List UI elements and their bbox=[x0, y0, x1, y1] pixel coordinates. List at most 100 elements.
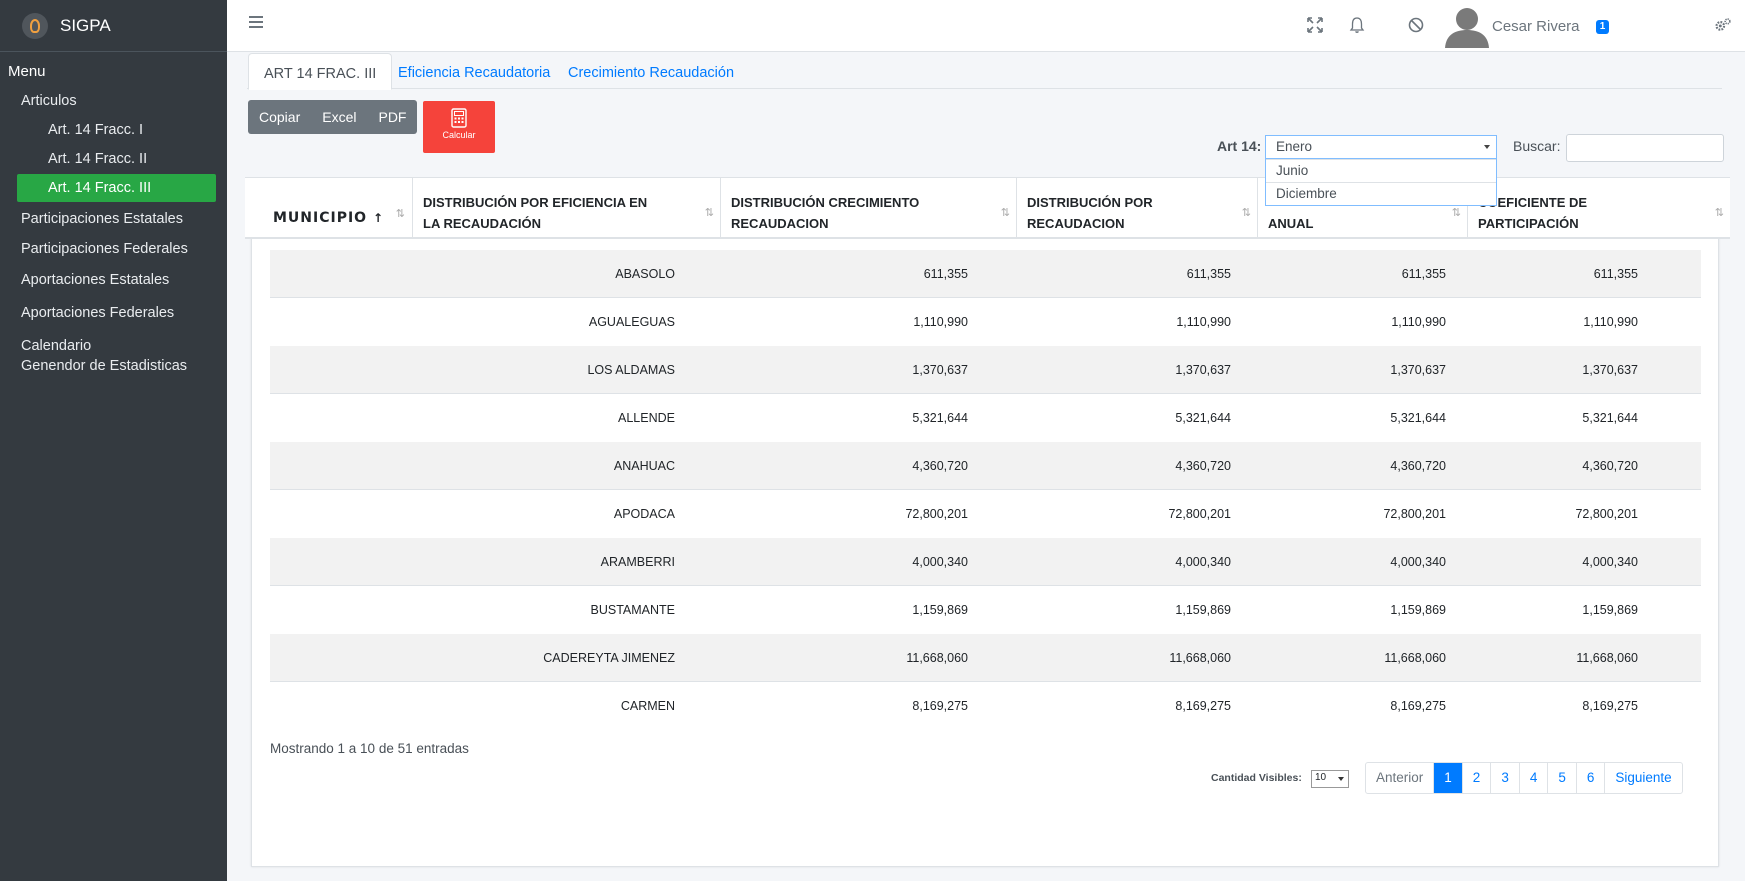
calculate-button[interactable]: Calcular bbox=[423, 101, 495, 153]
cell-crecimiento: 72,800,201 bbox=[1168, 507, 1231, 521]
hamburger-menu-icon[interactable] bbox=[249, 16, 263, 28]
sidebar-item-aportaciones-estatales[interactable]: Aportaciones Estatales bbox=[0, 266, 227, 294]
cell-municipio: ARAMBERRI bbox=[600, 555, 675, 569]
table-row: BUSTAMANTE 1,159,869 1,159,869 1,159,869 1,1… bbox=[270, 586, 1701, 634]
cell-anual: 1,370,637 bbox=[1582, 363, 1638, 377]
cell-eficiencia: 4,000,340 bbox=[912, 555, 968, 569]
table-row: ARAMBERRI 4,000,340 4,000,340 4,000,340 4,00… bbox=[270, 538, 1701, 586]
cell-crecimiento: 1,110,990 bbox=[1176, 315, 1231, 329]
month-option-diciembre[interactable]: Diciembre bbox=[1266, 182, 1496, 205]
cell-crecimiento: 5,321,644 bbox=[1175, 411, 1231, 425]
sort-ascending-icon: ↑ bbox=[372, 211, 385, 225]
fullscreen-icon[interactable] bbox=[1306, 16, 1324, 34]
cell-anual: 1,110,990 bbox=[1583, 315, 1638, 329]
cell-anual: 611,355 bbox=[1593, 267, 1638, 281]
month-select-value: Enero bbox=[1276, 139, 1313, 154]
sidebar-item-aportaciones-federales[interactable]: Aportaciones Federales bbox=[0, 299, 227, 327]
column-header-coeficiente[interactable]: COEFICIENTE DE PARTICIPACIÓN ⇅ bbox=[1467, 178, 1730, 238]
cell-anual: 4,000,340 bbox=[1582, 555, 1638, 569]
pagination-page-6[interactable]: 6 bbox=[1575, 763, 1605, 793]
pagination-page-4[interactable]: 4 bbox=[1518, 763, 1548, 793]
cell-crecimiento: 11,668,060 bbox=[1169, 651, 1231, 665]
cell-eficiencia: 611,355 bbox=[923, 267, 968, 281]
cell-anual: 5,321,644 bbox=[1582, 411, 1638, 425]
sidebar-item-participaciones-estatales[interactable]: Participaciones Estatales bbox=[0, 205, 227, 233]
column-header-recaudacion[interactable]: DISTRIBUCIÓN POR RECAUDACION ⇅ bbox=[1016, 178, 1257, 238]
sidebar-item-art14-fracc-iii[interactable]: Art. 14 Fracc. III bbox=[17, 174, 216, 202]
pagination-prev[interactable]: Anterior bbox=[1366, 763, 1433, 793]
pagination: Anterior 1 2 3 4 5 6 Siguiente bbox=[1365, 762, 1683, 794]
cell-eficiencia: 4,360,720 bbox=[912, 459, 968, 473]
pagination-page-3[interactable]: 3 bbox=[1490, 763, 1519, 793]
sort-icon: ⇅ bbox=[395, 207, 406, 220]
cell-eficiencia: 8,169,275 bbox=[912, 699, 968, 713]
pagination-page-2[interactable]: 2 bbox=[1461, 763, 1491, 793]
sidebar-item-calendario[interactable]: Calendario bbox=[0, 332, 227, 356]
chevron-down-icon bbox=[1484, 145, 1490, 149]
table-row: ABASOLO611,355611,355611,355611,3550.000… bbox=[270, 250, 1701, 298]
pagination-page-5[interactable]: 5 bbox=[1547, 763, 1576, 793]
menu-header: Menu bbox=[8, 63, 46, 80]
block-icon[interactable] bbox=[1407, 16, 1425, 34]
brand-name: SIGPA bbox=[60, 15, 111, 35]
cell-recaudacion: 5,321,644 bbox=[1390, 411, 1446, 425]
cell-recaudacion: 8,169,275 bbox=[1390, 699, 1446, 713]
cell-eficiencia: 11,668,060 bbox=[906, 651, 968, 665]
page-size-select[interactable]: 10 bbox=[1311, 770, 1349, 788]
cell-municipio: CARMEN bbox=[620, 699, 675, 713]
search-label: Buscar: bbox=[1513, 138, 1561, 154]
sidebar-item-articulos[interactable]: Articulos bbox=[0, 87, 227, 115]
settings-gears-icon[interactable] bbox=[1714, 16, 1732, 34]
month-option-junio[interactable]: Junio bbox=[1266, 159, 1496, 182]
cell-municipio: BUSTAMANTE bbox=[590, 603, 676, 617]
cell-anual: 11,668,060 bbox=[1576, 651, 1638, 665]
column-header-eficiencia[interactable]: DISTRIBUCIÓN POR EFICIENCIA EN LA RECAUD… bbox=[412, 178, 720, 238]
cell-recaudacion: 11,668,060 bbox=[1384, 651, 1446, 665]
sort-icon: ⇅ bbox=[1451, 207, 1461, 219]
cell-municipio: LOS ALDAMAS bbox=[587, 363, 675, 377]
user-name[interactable]: Cesar Rivera bbox=[1492, 18, 1580, 35]
cell-crecimiento: 1,159,869 bbox=[1175, 603, 1231, 617]
cell-anual: 8,169,275 bbox=[1582, 699, 1638, 713]
copy-button[interactable]: Copiar bbox=[248, 100, 311, 134]
month-dropdown: Junio Diciembre bbox=[1265, 159, 1497, 206]
cell-municipio: AGUALEGUAS bbox=[588, 315, 675, 329]
notification-badge: 1 bbox=[1596, 20, 1609, 34]
cell-crecimiento: 1,370,637 bbox=[1175, 363, 1231, 377]
user-avatar[interactable] bbox=[1444, 4, 1490, 48]
bell-icon[interactable] bbox=[1348, 16, 1366, 34]
table-info: Mostrando 1 a 10 de 51 entradas bbox=[270, 741, 469, 756]
cell-recaudacion: 1,159,869 bbox=[1390, 603, 1446, 617]
table-row: APODACA 72,800,201 72,800,201 72,800,201 72,… bbox=[270, 490, 1701, 538]
month-select[interactable]: Enero bbox=[1265, 135, 1497, 159]
sidebar-item-art14-fracc-i[interactable]: Art. 14 Fracc. I bbox=[0, 116, 227, 144]
excel-button[interactable]: Excel bbox=[311, 100, 367, 134]
cell-crecimiento: 4,360,720 bbox=[1175, 459, 1231, 473]
table-row: CARMEN 8,169,275 8,169,275 8,169,275 8,169,2… bbox=[270, 682, 1701, 730]
cell-eficiencia: 1,370,637 bbox=[912, 363, 968, 377]
sidebar-item-participaciones-federales[interactable]: Participaciones Federales bbox=[0, 235, 227, 263]
tab-art14-frac-iii[interactable]: ART 14 FRAC. III bbox=[248, 53, 393, 90]
tab-eficiencia-recaudatoria[interactable]: Eficiencia Recaudatoria bbox=[383, 53, 565, 90]
table-row: LOS ALDAMAS 1,370,637 1,370,637 1,370,637 1,… bbox=[270, 346, 1701, 394]
pagination-page-1[interactable]: 1 bbox=[1433, 763, 1462, 793]
column-header-crecimiento[interactable]: DISTRIBUCIÓN CRECIMIENTO RECAUDACION ⇅ bbox=[720, 178, 1016, 238]
pagination-next[interactable]: Siguiente bbox=[1604, 763, 1681, 793]
cell-anual: 1,159,869 bbox=[1582, 603, 1638, 617]
table-row: CADEREYTA JIMENEZ 11,668,060 11,668,060 11,… bbox=[270, 634, 1701, 682]
sidebar-item-art14-fracc-ii[interactable]: Art. 14 Fracc. II bbox=[0, 145, 227, 173]
export-button-group: Copiar Excel PDF bbox=[248, 100, 418, 134]
cell-crecimiento: 4,000,340 bbox=[1175, 555, 1231, 569]
cell-recaudacion: 1,110,990 bbox=[1391, 315, 1446, 329]
pdf-button[interactable]: PDF bbox=[367, 100, 417, 134]
tab-crecimiento-recaudacion[interactable]: Crecimiento Recaudación bbox=[553, 53, 749, 90]
tab-bar: ART 14 FRAC. III Eficiencia Recaudatoria… bbox=[247, 52, 1722, 90]
cell-municipio: ABASOLO bbox=[615, 267, 675, 281]
cell-eficiencia: 5,321,644 bbox=[912, 411, 968, 425]
column-header-municipio[interactable]: MUNICIPIO ↑ ⇅ bbox=[245, 178, 412, 238]
sort-icon: ⇅ bbox=[704, 207, 714, 219]
chevron-down-icon bbox=[1338, 777, 1344, 781]
sidebar-item-generador-estadisticas[interactable]: Genendor de Estadisticas bbox=[0, 356, 227, 380]
search-input[interactable] bbox=[1566, 134, 1724, 162]
brand[interactable]: SIGPA bbox=[0, 0, 227, 52]
